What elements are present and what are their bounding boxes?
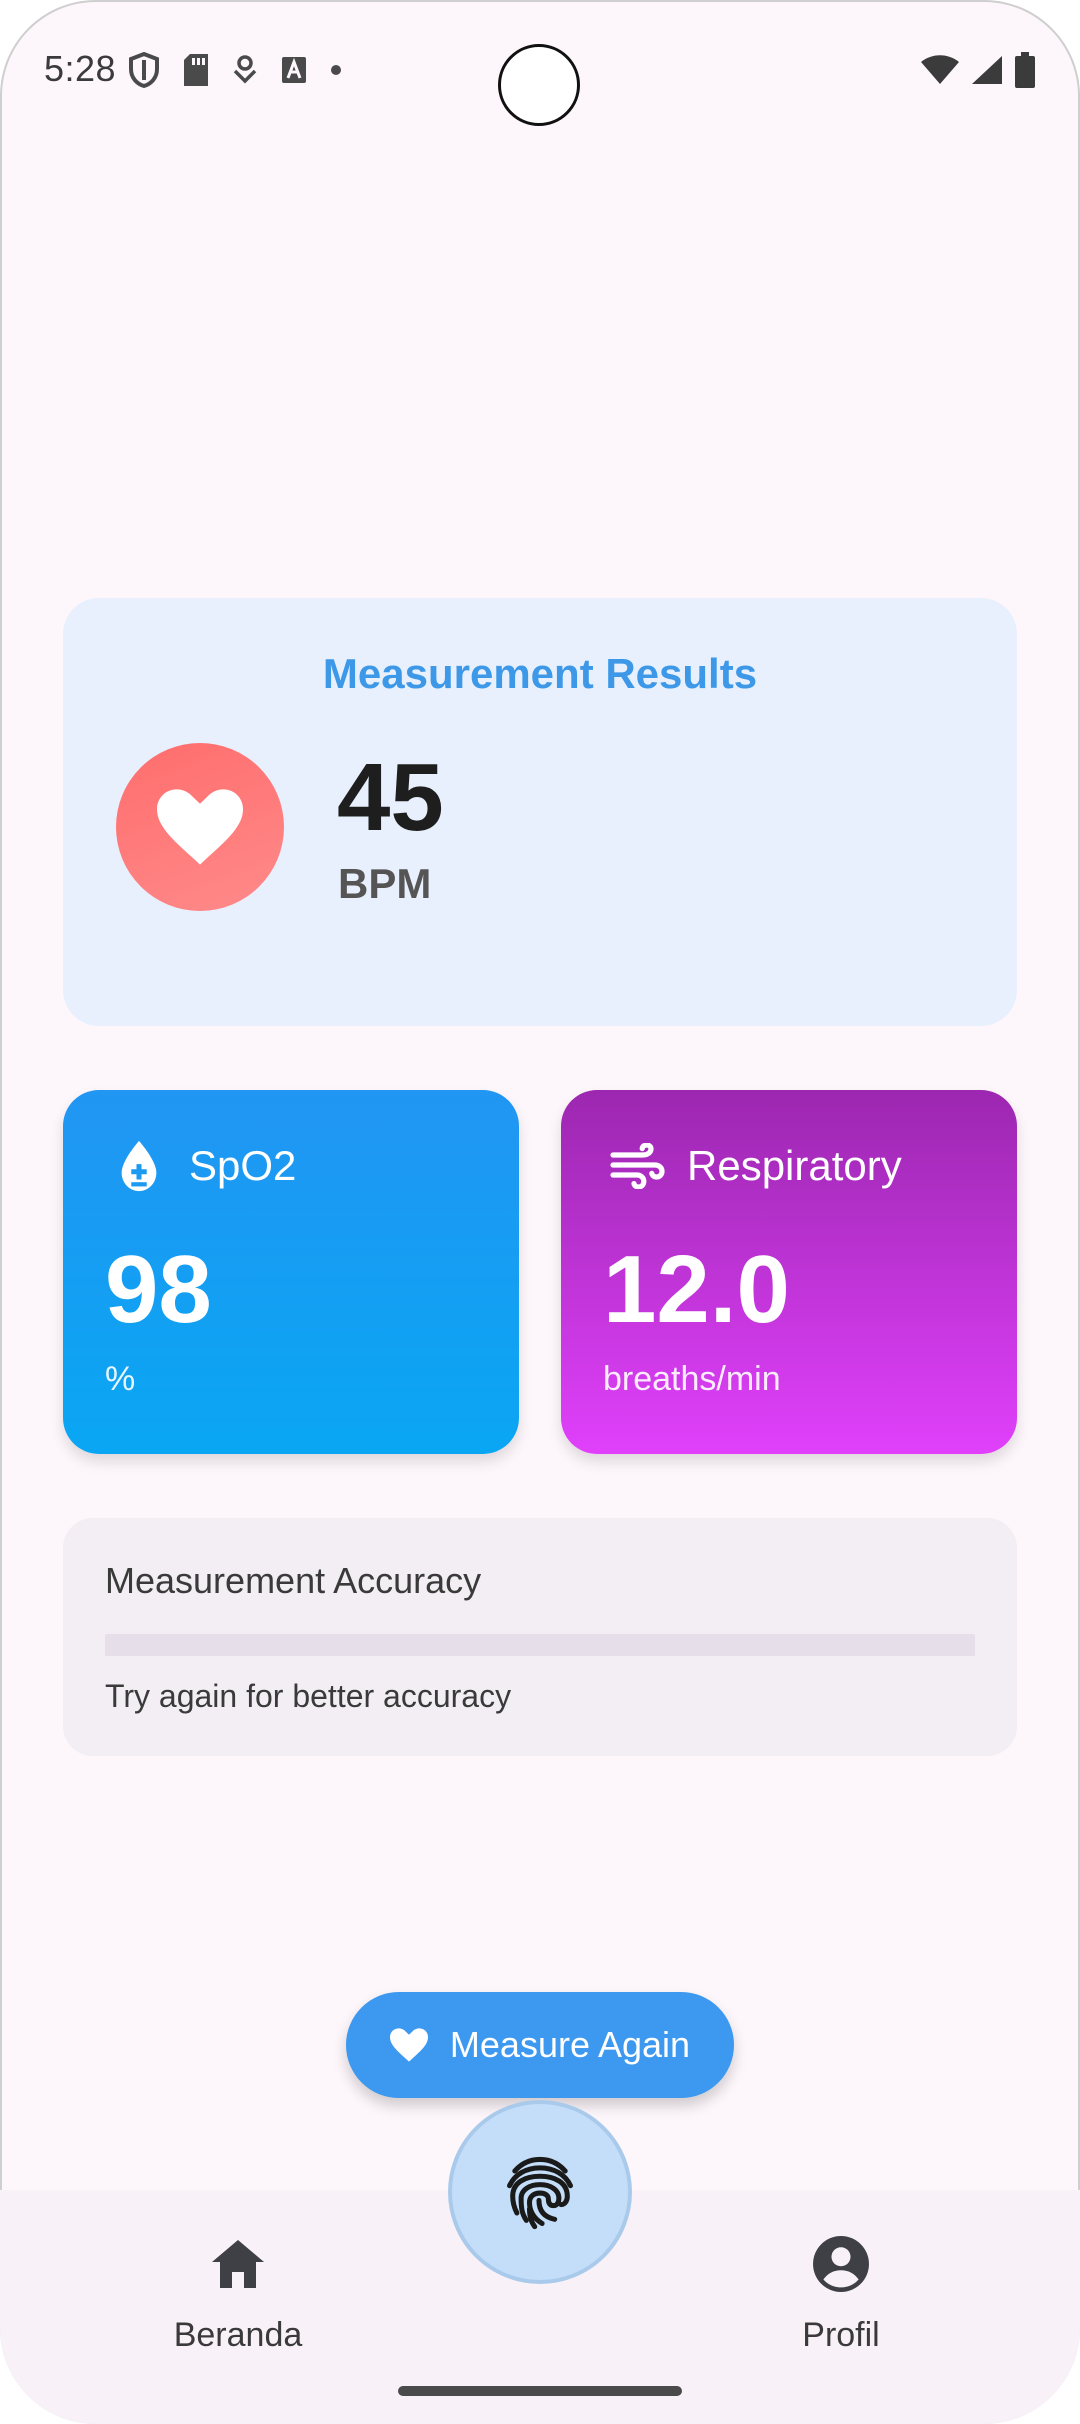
nav-item-profile[interactable]: Profil [731,2234,951,2355]
signal-icon [972,56,1002,84]
respiratory-value: 12.0 [603,1236,790,1343]
wifi-icon [921,55,959,84]
heart-icon [157,789,243,865]
camera-cutout [498,44,580,126]
respiratory-unit: breaths/min [603,1360,781,1398]
fingerprint-icon [507,2156,573,2230]
wind-icon [609,1138,665,1194]
battery-icon [1015,52,1035,88]
accuracy-progress-bar [105,1634,975,1656]
sd-card-icon [184,54,208,86]
dot-icon [331,65,341,75]
respiratory-card: Respiratory 12.0 breaths/min [561,1090,1017,1454]
account-circle-icon [731,2234,951,2294]
measure-again-label: Measure Again [449,2024,691,2065]
nav-label-home: Beranda [173,2316,303,2354]
status-bar: 5:28 [0,0,1080,140]
spo2-value: 98 [105,1236,212,1343]
home-icon [128,2234,348,2294]
heart-icon [389,2028,428,2062]
accuracy-title: Measurement Accuracy [105,1560,482,1601]
nav-label-profile: Profil [802,2316,880,2354]
heart-rate-unit: BPM [338,860,432,907]
spo2-unit: % [105,1360,136,1398]
results-card: Measurement Results 45 BPM [63,598,1017,1026]
shield-icon [129,52,159,88]
text-box-icon [282,57,306,83]
spo2-label: SpO2 [189,1142,297,1189]
download-icon [233,55,257,84]
heart-badge [116,743,284,911]
results-title: Measurement Results [322,650,758,697]
measure-again-button[interactable]: Measure Again [346,1992,734,2098]
home-indicator[interactable] [398,2386,682,2396]
measure-fab[interactable] [448,2100,632,2284]
nav-item-home[interactable]: Beranda [128,2234,348,2355]
blood-drop-icon [111,1138,167,1194]
spo2-card: SpO2 98 % [63,1090,519,1454]
notification-icons [128,52,342,88]
system-icons [920,52,1036,88]
phone-screen: 5:28 Measurement Results 45 BPM SpO2 98 … [0,0,1080,2424]
respiratory-label: Respiratory [687,1142,902,1189]
accuracy-hint: Try again for better accuracy [105,1678,512,1714]
heart-rate-value: 45 [337,744,444,851]
status-time: 5:28 [44,48,117,89]
accuracy-card: Measurement Accuracy Try again for bette… [63,1518,1017,1756]
